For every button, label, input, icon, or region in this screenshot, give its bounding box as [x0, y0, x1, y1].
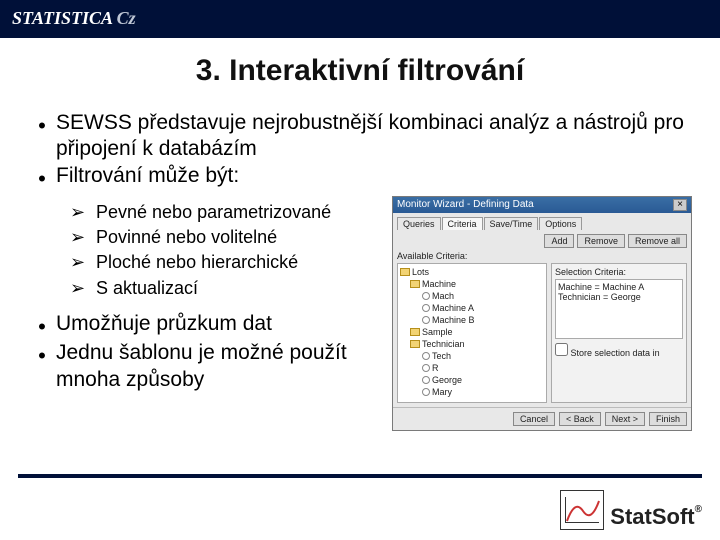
slide-title: 3. Interaktivní filtrování	[28, 54, 692, 88]
bullet-marker: •	[28, 340, 56, 393]
dialog-title: Monitor Wizard - Defining Data	[397, 199, 534, 211]
leaf-icon	[422, 316, 430, 324]
tree-leaf[interactable]: Machine B	[432, 314, 475, 326]
statsoft-logo: StatSoft®	[560, 490, 702, 530]
criteria-list[interactable]: Machine = Machine A Technician = George	[555, 279, 683, 339]
close-icon[interactable]: ×	[673, 199, 687, 211]
footer-bar: StatSoft®	[18, 474, 702, 530]
arrow-icon: ➢	[70, 276, 96, 301]
bullet-3: • Umožňuje průzkum dat	[28, 311, 388, 341]
bullet-marker: •	[28, 110, 56, 163]
sub-1-text: Pevné nebo parametrizované	[96, 200, 331, 225]
criteria-item[interactable]: Machine = Machine A	[558, 282, 680, 292]
folder-icon	[410, 280, 420, 288]
sub-2-text: Povinné nebo volitelné	[96, 225, 277, 250]
sub-4: ➢S aktualizací	[70, 276, 388, 301]
tree-root[interactable]: Lots	[412, 266, 429, 278]
leaf-icon	[422, 352, 430, 360]
wizard-dialog: Monitor Wizard - Defining Data × Queries…	[392, 196, 692, 431]
arrow-icon: ➢	[70, 250, 96, 275]
tree-leaf[interactable]: George	[432, 374, 462, 386]
bullet-1-text: SEWSS představuje nejrobustnější kombina…	[56, 110, 692, 163]
logo-mark	[560, 490, 604, 530]
folder-icon	[400, 268, 410, 276]
selection-label: Selection Criteria:	[555, 267, 683, 277]
selection-panel: Selection Criteria: Machine = Machine A …	[551, 263, 687, 403]
bullet-2-text: Filtrování může být:	[56, 163, 692, 193]
folder-icon	[410, 340, 420, 348]
tab-criteria[interactable]: Criteria	[442, 217, 483, 230]
tree-leaf[interactable]: Mach	[432, 290, 454, 302]
tree-leaf[interactable]: Mary	[432, 386, 452, 398]
available-label: Available Criteria:	[397, 251, 687, 261]
bullet-3-text: Umožňuje průzkum dat	[56, 311, 388, 341]
add-button[interactable]: Add	[544, 234, 574, 248]
bullet-4: • Jednu šablonu je možné použít mnoha zp…	[28, 340, 388, 393]
folder-icon	[410, 328, 420, 336]
criteria-item[interactable]: Technician = George	[558, 292, 680, 302]
leaf-icon	[422, 388, 430, 396]
logo-text-main: StatSoft	[610, 504, 694, 529]
back-button[interactable]: < Back	[559, 412, 601, 426]
tree-panel[interactable]: Lots Machine Mach Machine A Machine B Sa…	[397, 263, 547, 403]
tree-node[interactable]: Sample	[422, 326, 453, 338]
arrow-icon: ➢	[70, 225, 96, 250]
tab-savetime[interactable]: Save/Time	[484, 217, 539, 230]
bullet-2: • Filtrování může být:	[28, 163, 692, 193]
store-checkbox-input[interactable]	[555, 343, 568, 356]
tree-leaf[interactable]: Machine A	[432, 302, 474, 314]
bullet-1: • SEWSS představuje nejrobustnější kombi…	[28, 110, 692, 163]
sub-2: ➢Povinné nebo volitelné	[70, 225, 388, 250]
brand-main: STATISTICA	[12, 8, 112, 28]
dialog-titlebar: Monitor Wizard - Defining Data ×	[393, 197, 691, 213]
sub-3: ➢Ploché nebo hierarchické	[70, 250, 388, 275]
next-button[interactable]: Next >	[605, 412, 645, 426]
leaf-icon	[422, 364, 430, 372]
brand-bar: STATISTICA Cz	[0, 0, 720, 38]
brand-suffix: Cz	[117, 8, 136, 28]
store-checkbox-label: Store selection data in	[571, 348, 660, 358]
left-column: ➢Pevné nebo parametrizované ➢Povinné neb…	[28, 192, 388, 393]
remove-button[interactable]: Remove	[577, 234, 625, 248]
sub-1: ➢Pevné nebo parametrizované	[70, 200, 388, 225]
leaf-icon	[422, 292, 430, 300]
finish-button[interactable]: Finish	[649, 412, 687, 426]
logo-reg: ®	[695, 504, 702, 515]
tab-queries[interactable]: Queries	[397, 217, 441, 230]
removeall-button[interactable]: Remove all	[628, 234, 687, 248]
tree-node[interactable]: Machine	[422, 278, 456, 290]
tree-node[interactable]: Technician	[422, 338, 465, 350]
sub-4-text: S aktualizací	[96, 276, 198, 301]
store-checkbox[interactable]: Store selection data in	[555, 348, 660, 358]
leaf-icon	[422, 304, 430, 312]
logo-text: StatSoft®	[610, 504, 702, 530]
bullet-marker: •	[28, 163, 56, 193]
bullet-marker: •	[28, 311, 56, 341]
cancel-button[interactable]: Cancel	[513, 412, 555, 426]
bullet-4-text: Jednu šablonu je možné použít mnoha způs…	[56, 340, 388, 393]
slide-body: 3. Interaktivní filtrování • SEWSS předs…	[0, 54, 720, 431]
leaf-icon	[422, 376, 430, 384]
tab-options[interactable]: Options	[539, 217, 582, 230]
tree-leaf[interactable]: Tech	[432, 350, 451, 362]
sub-3-text: Ploché nebo hierarchické	[96, 250, 298, 275]
tree-leaf[interactable]: R	[432, 362, 439, 374]
arrow-icon: ➢	[70, 200, 96, 225]
